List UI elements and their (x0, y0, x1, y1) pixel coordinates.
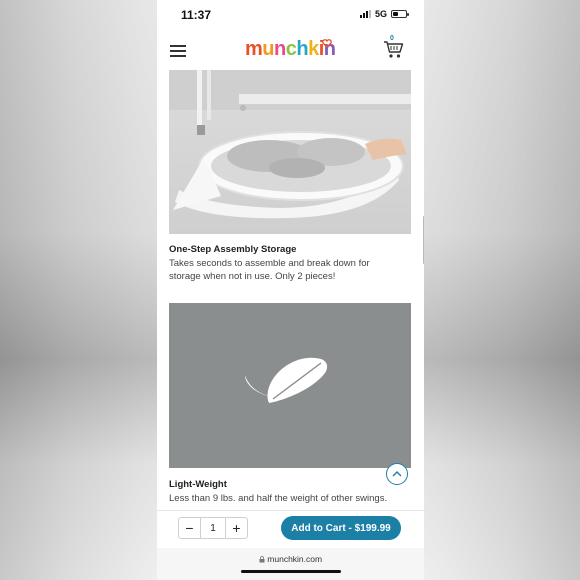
background-blur-left (0, 0, 157, 580)
browser-url-bar[interactable]: munchkin.com (157, 548, 424, 580)
lock-icon (259, 556, 265, 563)
assembly-storage-photo (169, 70, 411, 234)
light-weight-graphic (169, 303, 411, 468)
add-to-cart-bar: − 1 + Add to Cart - $199.99 (157, 510, 424, 549)
phone-screen: 11:37 5G munchkin 0 One-Step Assembly St… (157, 0, 424, 580)
logo-letter: u (262, 38, 275, 60)
home-indicator[interactable] (241, 570, 341, 573)
add-to-cart-button[interactable]: Add to Cart - $199.99 (281, 516, 401, 540)
logo-letter: k (308, 38, 319, 60)
shopping-cart-icon[interactable] (383, 38, 405, 60)
increase-quantity-button[interactable]: + (226, 518, 247, 538)
url-display: munchkin.com (157, 554, 424, 564)
feature-desc-assembly: Takes seconds to assemble and break down… (169, 258, 370, 282)
feather-icon (245, 357, 328, 403)
background-blur-right (423, 0, 580, 580)
logo-heart-icon (322, 39, 332, 48)
quantity-stepper: − 1 + (178, 517, 248, 539)
status-bar: 11:37 5G (157, 0, 424, 30)
decrease-quantity-button[interactable]: − (179, 518, 200, 538)
feature-desc-light-weight: Less than 9 lbs. and half the weight of … (169, 493, 388, 504)
scrollbar[interactable] (423, 216, 424, 264)
logo-letter: n (274, 38, 286, 60)
battery-fill (393, 12, 399, 16)
site-header: munchkin 0 (157, 30, 424, 70)
feature-title-light-weight: Light-Weight (169, 479, 227, 490)
logo-letter: h (296, 38, 309, 60)
status-icons: 5G (359, 9, 409, 19)
logo-letter: m (245, 38, 263, 60)
chevron-up-icon (392, 471, 402, 477)
url-text: munchkin.com (267, 554, 323, 564)
quantity-input[interactable]: 1 (200, 518, 226, 538)
logo-letter: c (285, 38, 297, 60)
battery-icon (391, 10, 409, 18)
status-time: 11:37 (181, 8, 212, 22)
scroll-to-top-button[interactable] (386, 463, 408, 485)
signal-icon (359, 10, 371, 18)
baby-swing-image (169, 70, 411, 219)
network-label: 5G (374, 9, 387, 19)
menu-icon[interactable] (170, 45, 186, 57)
feature-title-assembly: One-Step Assembly Storage (169, 244, 297, 255)
product-features: One-Step Assembly Storage Takes seconds … (157, 70, 424, 510)
